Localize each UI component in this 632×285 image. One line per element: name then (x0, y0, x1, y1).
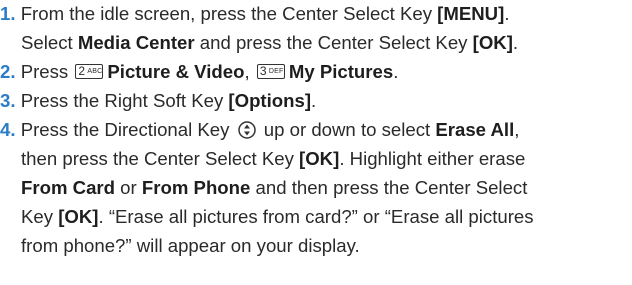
key-label: [OK] (58, 206, 99, 227)
instruction-steps: 1. From the idle screen, press the Cente… (0, 0, 632, 285)
key-label: [Options] (228, 90, 312, 111)
step-text: from phone?” will appear on your display… (21, 235, 360, 256)
step-text: . (504, 3, 510, 24)
step-text: , (244, 61, 255, 82)
step-text: From the idle screen, press the Center S… (20, 3, 438, 24)
step-4-line-2: then press the Center Select Key [OK]. H… (21, 145, 525, 173)
step-text: Press the Right Soft Key (20, 90, 229, 111)
key-label: [MENU] (437, 3, 505, 24)
directional-key-icon (237, 121, 256, 139)
keypad-2-icon: 2 ABC (75, 64, 104, 79)
step-number: 2. (0, 61, 16, 82)
step-text: then press the Center Select Key (21, 148, 300, 169)
menu-item-label: Erase All (435, 119, 515, 140)
step-text: . “Erase all pictures from card?” or “Er… (98, 206, 534, 227)
step-text: Select (21, 32, 78, 53)
step-4-line-4: Key [OK]. “Erase all pictures from card?… (21, 203, 534, 231)
menu-item-label: From Phone (141, 177, 251, 198)
step-4-line-5: from phone?” will appear on your display… (21, 232, 360, 260)
step-text: up or down to select (258, 119, 436, 140)
step-number: 4. (0, 119, 16, 140)
menu-item-label: My Pictures (288, 61, 394, 82)
step-text: , (514, 119, 520, 140)
step-text: . (512, 32, 519, 53)
step-text: . (311, 90, 317, 111)
keypad-3-icon: 3 DEF (256, 64, 285, 79)
step-text: . Highlight either erase (339, 148, 526, 169)
step-text: and press the Center Select Key (194, 32, 473, 53)
key-label: [OK] (472, 32, 513, 53)
step-text: Press the Directional Key (20, 119, 235, 140)
step-1-line-1: 1. From the idle screen, press the Cente… (0, 0, 509, 28)
step-2-line-1: 2. Press 2 ABC Picture & Video, 3 DEF My Pic… (0, 58, 398, 86)
menu-item-label: Picture & Video (107, 61, 245, 82)
step-4-line-1: 4. Press the Directional Key up or down … (0, 116, 519, 144)
step-number: 1. (0, 3, 16, 24)
step-text: and then press the Center Select (250, 177, 528, 198)
step-4-line-3: From Card or From Phone and then press t… (21, 174, 527, 202)
step-1-line-2: Select Media Center and press the Center… (21, 29, 518, 57)
step-text: Key (21, 206, 59, 227)
step-text: . (393, 61, 399, 82)
menu-item-label: From Card (21, 177, 116, 198)
step-text: or (115, 177, 142, 198)
step-number: 3. (0, 90, 16, 111)
step-text: Press (20, 61, 74, 82)
key-label: [OK] (299, 148, 340, 169)
menu-item-label: Media Center (77, 32, 195, 53)
step-3-line-1: 3. Press the Right Soft Key [Options]. (0, 87, 316, 115)
